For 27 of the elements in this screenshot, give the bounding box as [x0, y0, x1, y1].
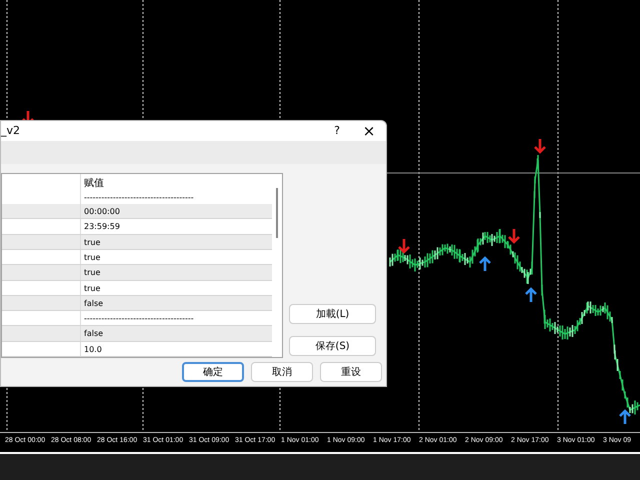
down-arrow-icon [534, 138, 546, 154]
table-cell-text: 00:00:00 [83, 206, 120, 218]
dialog-button[interactable]: 取消 [251, 362, 313, 382]
dialog-button[interactable]: 重设 [320, 362, 382, 382]
help-button[interactable]: ? [322, 122, 352, 140]
down-arrow-icon [508, 228, 520, 244]
table-cell-text: true [83, 267, 100, 280]
table-cell-text: -------------------------------------- [83, 313, 194, 326]
up-arrow-icon [524, 287, 538, 304]
up-arrow-icon [618, 409, 632, 426]
table-cell-text: 23:59:59 [83, 221, 120, 234]
table-cell-text: false [83, 328, 104, 340]
close-button[interactable]: × [352, 124, 386, 138]
table-cell-text: true [83, 252, 100, 264]
scrollbar-thumb[interactable] [276, 188, 278, 238]
table-cell-text: true [83, 236, 100, 249]
table-cell-text: false [83, 298, 104, 310]
down-arrow-icon [398, 238, 410, 254]
side-button[interactable]: 加載(L) [289, 304, 376, 324]
dialog-button[interactable]: 确定 [182, 362, 244, 382]
column-header: 赋值 [83, 176, 105, 191]
table-cell-text: 10.0 [83, 344, 102, 356]
side-button[interactable]: 保存(S) [289, 336, 376, 356]
table-cell-text: true [83, 282, 100, 295]
up-arrow-icon [478, 256, 492, 272]
dialog-title: _v2 [1, 122, 22, 139]
table-cell-text: -------------------------------------- [83, 192, 194, 204]
